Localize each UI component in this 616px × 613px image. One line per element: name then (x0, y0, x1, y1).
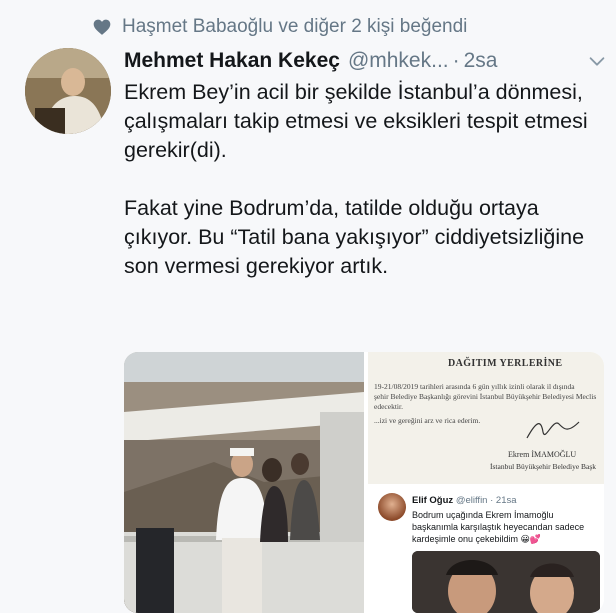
embedded-author: Elif Oğuz @eliffin · 21sa (412, 495, 517, 506)
embedded-selfie-photo (412, 551, 600, 613)
tweet-paragraph-1: Ekrem Bey’in acil bir şekilde İstanbul’a… (124, 80, 588, 162)
media-photo-boat[interactable] (124, 352, 364, 613)
signature-mark (526, 421, 580, 439)
social-context[interactable]: Haşmet Babaoğlu ve diğer 2 kişi beğendi (92, 12, 467, 42)
document-signer: Ekrem İMAMOĞLU (508, 450, 577, 459)
document-line: ...izi ve gereğini arz ve rica ederim. (374, 416, 481, 425)
selfie-image (412, 551, 600, 613)
tweet-header: Mehmet Hakan Kekeç @mhkek... · 2sa (124, 46, 608, 76)
author-handle[interactable]: @mhkek... (348, 49, 449, 73)
document-signer-title: İstanbul Büyükşehir Belediye Başk (490, 462, 597, 471)
author-name[interactable]: Mehmet Hakan Kekeç (124, 49, 340, 73)
document-header: DAĞITIM YERLERİNE (448, 358, 563, 369)
media-photo-tweet-screenshot[interactable]: Elif Oğuz @eliffin · 21sa Bodrum uçağınd… (368, 487, 604, 613)
embedded-tweet-text: Bodrum uçağında Ekrem İmamoğlu başkanıml… (412, 510, 585, 544)
heart-icon (93, 19, 111, 35)
tweet-time[interactable]: 2sa (464, 49, 498, 73)
tweet-text: Ekrem Bey’in acil bir şekilde İstanbul’a… (124, 78, 594, 281)
avatar[interactable] (25, 48, 111, 134)
media-grid: DAĞITIM YERLERİNE 19-21/08/2019 tarihler… (124, 352, 604, 613)
document-scan: DAĞITIM YERLERİNE 19-21/08/2019 tarihler… (368, 352, 604, 484)
document-line: edecektir. (374, 402, 403, 411)
chevron-down-icon[interactable] (586, 50, 608, 72)
avatar-photo (25, 48, 111, 134)
media-photo-document[interactable]: DAĞITIM YERLERİNE 19-21/08/2019 tarihler… (368, 352, 604, 484)
tweet-paragraph-2: Fakat yine Bodrum’da, tatilde olduğu ort… (124, 196, 585, 278)
document-line: şehir Belediye Başkanlığı görevini İstan… (374, 392, 597, 401)
liked-by-text: Haşmet Babaoğlu ve diğer 2 kişi beğendi (122, 16, 468, 37)
boat-photo (124, 352, 364, 613)
embedded-author-meta: @eliffin · 21sa (455, 495, 517, 506)
embedded-avatar (378, 493, 406, 521)
embedded-author-name: Elif Oğuz (412, 495, 454, 506)
time-separator: · (452, 49, 460, 72)
document-line: 19-21/08/2019 tarihleri arasında 6 gün y… (374, 382, 575, 391)
